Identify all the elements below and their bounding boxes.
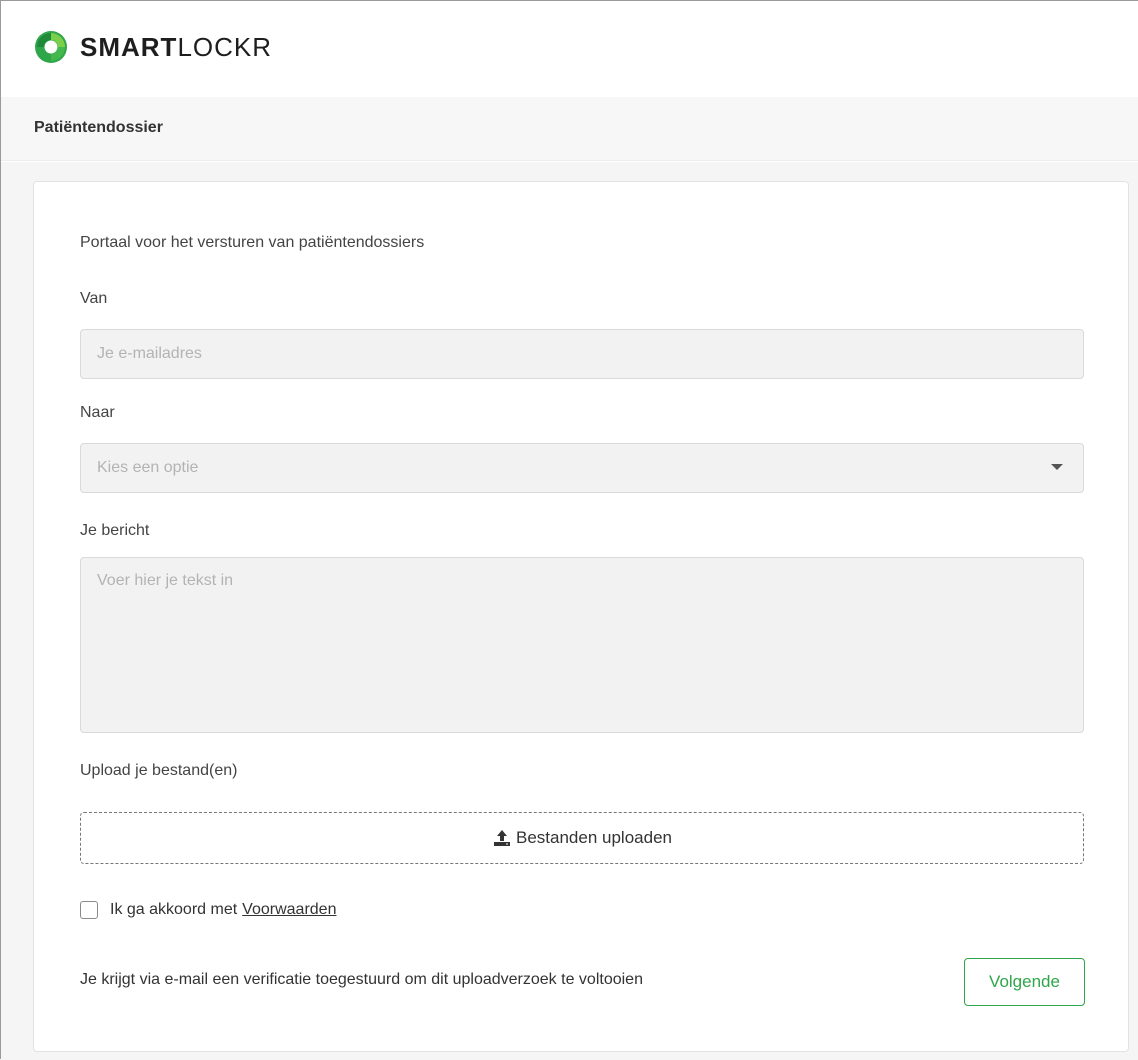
app-window: SMARTLOCKR Patiëntendossier Portaal voor…	[0, 0, 1138, 1060]
brand-name-bold: SMART	[80, 31, 178, 62]
upload-button-label: Bestanden uploaden	[516, 828, 672, 847]
recipient-select-placeholder: Kies een optie	[97, 459, 199, 476]
message-textarea-placeholder: Voer hier je tekst in	[97, 572, 234, 589]
brand-name-light: LOCKR	[177, 31, 273, 62]
upload-form-card: Portaal voor het versturen van patiënten…	[33, 181, 1129, 1052]
header: SMARTLOCKR	[1, 1, 1138, 97]
terms-checkbox[interactable]	[80, 901, 98, 919]
terms-text: Ik ga akkoord met	[110, 901, 238, 918]
verification-note: Je krijgt via e-mail een verificatie toe…	[80, 971, 643, 988]
upload-icon	[494, 830, 510, 846]
brand-logo[interactable]: SMARTLOCKR	[34, 30, 272, 64]
smartlockr-logo-icon	[35, 31, 67, 63]
message-label: Je bericht	[80, 522, 150, 539]
message-textarea[interactable]: Voer hier je tekst in	[80, 557, 1084, 733]
from-label: Van	[80, 290, 108, 307]
upload-files-button[interactable]: Bestanden uploaden	[80, 812, 1084, 864]
terms-agreement: Ik ga akkoord met Voorwaarden	[80, 901, 336, 919]
email-field[interactable]: Je e-mailadres	[80, 329, 1084, 379]
next-button[interactable]: Volgende	[964, 958, 1085, 1006]
terms-link[interactable]: Voorwaarden	[242, 901, 336, 919]
brand-name: SMARTLOCKR	[80, 32, 272, 63]
page-title: Patiëntendossier	[34, 119, 163, 136]
upload-label: Upload je bestand(en)	[80, 762, 238, 779]
to-label: Naar	[80, 404, 115, 421]
recipient-select[interactable]: Kies een optie	[80, 443, 1084, 493]
chevron-down-icon	[1051, 464, 1063, 470]
email-field-placeholder: Je e-mailadres	[97, 345, 202, 362]
section-header: Patiëntendossier	[1, 97, 1138, 161]
form-intro: Portaal voor het versturen van patiënten…	[80, 234, 425, 251]
